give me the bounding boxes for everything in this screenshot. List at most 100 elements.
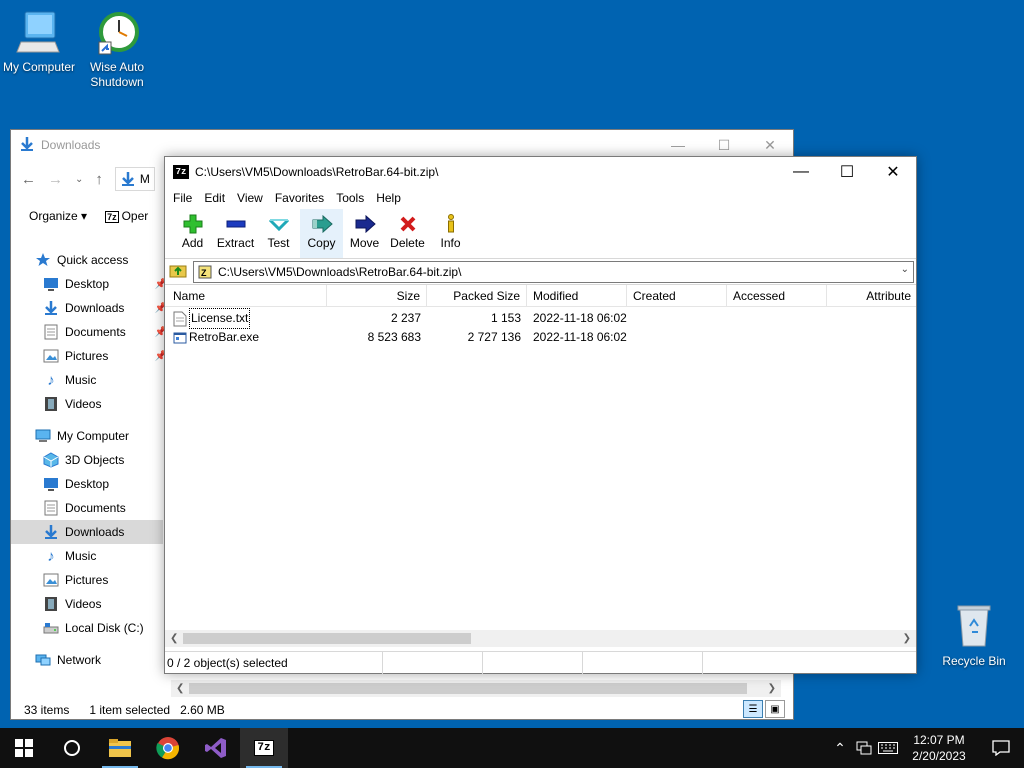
sidebar-item-local-disk[interactable]: Local Disk (C:) bbox=[11, 616, 163, 640]
sidebar-item-pictures[interactable]: Pictures 📌 bbox=[11, 344, 167, 368]
sidebar-item-desktop-2[interactable]: Desktop bbox=[11, 472, 163, 496]
sidebar-item-3d-objects[interactable]: 3D Objects bbox=[11, 448, 163, 472]
item-count: 33 items bbox=[24, 703, 70, 717]
minimize-button[interactable]: — bbox=[778, 157, 824, 187]
desktop-icon-label: Recycle Bin bbox=[942, 654, 1006, 668]
start-button[interactable] bbox=[0, 728, 48, 768]
explorer-navbar: ← → ⌄ ↑ M bbox=[11, 164, 171, 194]
scroll-right-icon[interactable]: ❯ bbox=[903, 630, 911, 647]
sidebar-item-quick-access[interactable]: Quick access bbox=[11, 248, 163, 272]
menu-help[interactable]: Help bbox=[370, 191, 407, 205]
info-button[interactable]: Info bbox=[429, 209, 472, 258]
chevron-down-icon[interactable]: ⌄ bbox=[75, 174, 83, 185]
windows-logo-icon bbox=[15, 739, 33, 757]
folder-icon bbox=[109, 739, 131, 757]
menu-tools[interactable]: Tools bbox=[330, 191, 370, 205]
computer-icon bbox=[35, 428, 51, 444]
path-input[interactable]: Z C:\Users\VM5\Downloads\RetroBar.64-bit… bbox=[193, 260, 914, 283]
sidebar-item-network[interactable]: Network bbox=[11, 648, 163, 672]
recycle-bin-icon bbox=[950, 602, 998, 650]
video-icon bbox=[43, 396, 59, 412]
keyboard-icon[interactable] bbox=[876, 728, 900, 768]
table-row[interactable]: RetroBar.exe 8 523 683 2 727 136 2022-11… bbox=[165, 328, 915, 347]
sidebar-item-music-2[interactable]: ♪ Music bbox=[11, 544, 163, 568]
search-button[interactable] bbox=[48, 728, 96, 768]
scroll-right-icon[interactable]: ❯ bbox=[768, 680, 776, 697]
desktop-icon-my-computer[interactable]: My Computer bbox=[1, 8, 77, 75]
add-button[interactable]: Add bbox=[171, 209, 214, 258]
scroll-thumb[interactable] bbox=[183, 633, 471, 644]
sidebar-item-videos-2[interactable]: Videos bbox=[11, 592, 163, 616]
back-arrow-icon[interactable]: ← bbox=[21, 171, 36, 188]
open-button[interactable]: 7z Oper bbox=[105, 209, 148, 223]
up-arrow-icon[interactable]: ↑ bbox=[95, 171, 103, 188]
up-folder-icon[interactable] bbox=[169, 262, 187, 281]
test-button[interactable]: Test bbox=[257, 209, 300, 258]
file-packed-size: 1 153 bbox=[490, 311, 521, 325]
table-row[interactable]: License.txt 2 237 1 153 2022-11-18 06:02 bbox=[165, 308, 915, 329]
maximize-button[interactable]: ☐ bbox=[824, 157, 870, 187]
desktop-icon-recycle-bin[interactable]: Recycle Bin bbox=[936, 602, 1012, 669]
menu-favorites[interactable]: Favorites bbox=[269, 191, 330, 205]
sidebar-item-downloads-2[interactable]: Downloads bbox=[11, 520, 163, 544]
file-list-horizontal-scrollbar[interactable]: ❮ ❯ bbox=[165, 630, 916, 647]
delete-icon bbox=[399, 213, 417, 235]
download-icon bbox=[43, 300, 59, 316]
archive-path-icon: Z bbox=[198, 265, 212, 279]
clock-time: 12:07 PM bbox=[913, 733, 965, 747]
col-header-created[interactable]: Created bbox=[627, 285, 727, 307]
column-headers: Name Size Packed Size Modified Created A… bbox=[165, 285, 916, 307]
action-center-icon[interactable] bbox=[978, 728, 1024, 768]
explorer-horizontal-scrollbar[interactable]: ❮ ❯ bbox=[171, 680, 781, 697]
menu-edit[interactable]: Edit bbox=[198, 191, 231, 205]
col-header-packed-size[interactable]: Packed Size bbox=[427, 285, 527, 307]
sidebar-item-videos[interactable]: Videos bbox=[11, 392, 163, 416]
sidebar-item-downloads[interactable]: Downloads 📌 bbox=[11, 296, 167, 320]
sidebar-item-documents[interactable]: Documents 📌 bbox=[11, 320, 167, 344]
extract-button[interactable]: Extract bbox=[214, 209, 257, 258]
path-text: C:\Users\VM5\Downloads\RetroBar.64-bit.z… bbox=[218, 264, 462, 279]
sidebar-item-documents-2[interactable]: Documents bbox=[11, 496, 163, 520]
forward-arrow-icon[interactable]: → bbox=[48, 171, 63, 188]
col-header-modified[interactable]: Modified bbox=[527, 285, 627, 307]
col-header-size[interactable]: Size bbox=[327, 285, 427, 307]
extract-icon bbox=[226, 213, 246, 235]
sidebar-item-music[interactable]: ♪ Music bbox=[11, 368, 163, 392]
info-icon bbox=[445, 213, 457, 235]
taskbar-visual-studio[interactable] bbox=[192, 728, 240, 768]
menu-file[interactable]: File bbox=[167, 191, 198, 205]
copy-button[interactable]: Copy bbox=[300, 209, 343, 258]
scroll-left-icon[interactable]: ❮ bbox=[170, 630, 178, 647]
details-view-button[interactable]: ☰ bbox=[743, 700, 763, 718]
file-name: License.txt bbox=[189, 308, 251, 329]
scroll-thumb[interactable] bbox=[189, 683, 747, 694]
7zip-window[interactable]: 7z C:\Users\VM5\Downloads\RetroBar.64-bi… bbox=[164, 156, 917, 674]
move-button[interactable]: Move bbox=[343, 209, 386, 258]
taskbar-7zip[interactable]: 7z bbox=[240, 728, 288, 768]
desktop-icon-wise-auto-shutdown[interactable]: Wise Auto Shutdown bbox=[79, 8, 155, 90]
col-header-name[interactable]: Name bbox=[167, 285, 327, 307]
7zip-statusbar: 0 / 2 object(s) selected bbox=[165, 651, 916, 674]
col-header-attributes[interactable]: Attribute bbox=[827, 285, 917, 307]
taskbar-chrome[interactable] bbox=[144, 728, 192, 768]
close-button[interactable]: ✕ bbox=[870, 157, 916, 187]
menu-view[interactable]: View bbox=[231, 191, 269, 205]
scroll-left-icon[interactable]: ❮ bbox=[176, 680, 184, 697]
computer-icon bbox=[15, 8, 63, 56]
large-icons-view-button[interactable]: ▣ bbox=[765, 700, 785, 718]
network-icon[interactable] bbox=[852, 728, 876, 768]
chevron-down-icon[interactable]: ⌄ bbox=[901, 264, 909, 275]
sidebar-item-pictures-2[interactable]: Pictures bbox=[11, 568, 163, 592]
sidebar-item-my-computer[interactable]: My Computer bbox=[11, 424, 163, 448]
cube-icon bbox=[43, 452, 59, 468]
address-bar[interactable]: M bbox=[114, 167, 155, 191]
col-header-accessed[interactable]: Accessed bbox=[727, 285, 827, 307]
taskbar-file-explorer[interactable] bbox=[96, 728, 144, 768]
add-icon bbox=[183, 213, 203, 235]
organize-button[interactable]: Organize ▾ bbox=[29, 209, 87, 223]
sidebar-item-desktop[interactable]: Desktop 📌 bbox=[11, 272, 167, 296]
delete-button[interactable]: Delete bbox=[386, 209, 429, 258]
clock[interactable]: 12:07 PM 2/20/2023 bbox=[900, 732, 978, 764]
chevron-up-icon[interactable]: ⌃ bbox=[828, 728, 852, 768]
menu-bar: File Edit View Favorites Tools Help bbox=[165, 187, 916, 209]
